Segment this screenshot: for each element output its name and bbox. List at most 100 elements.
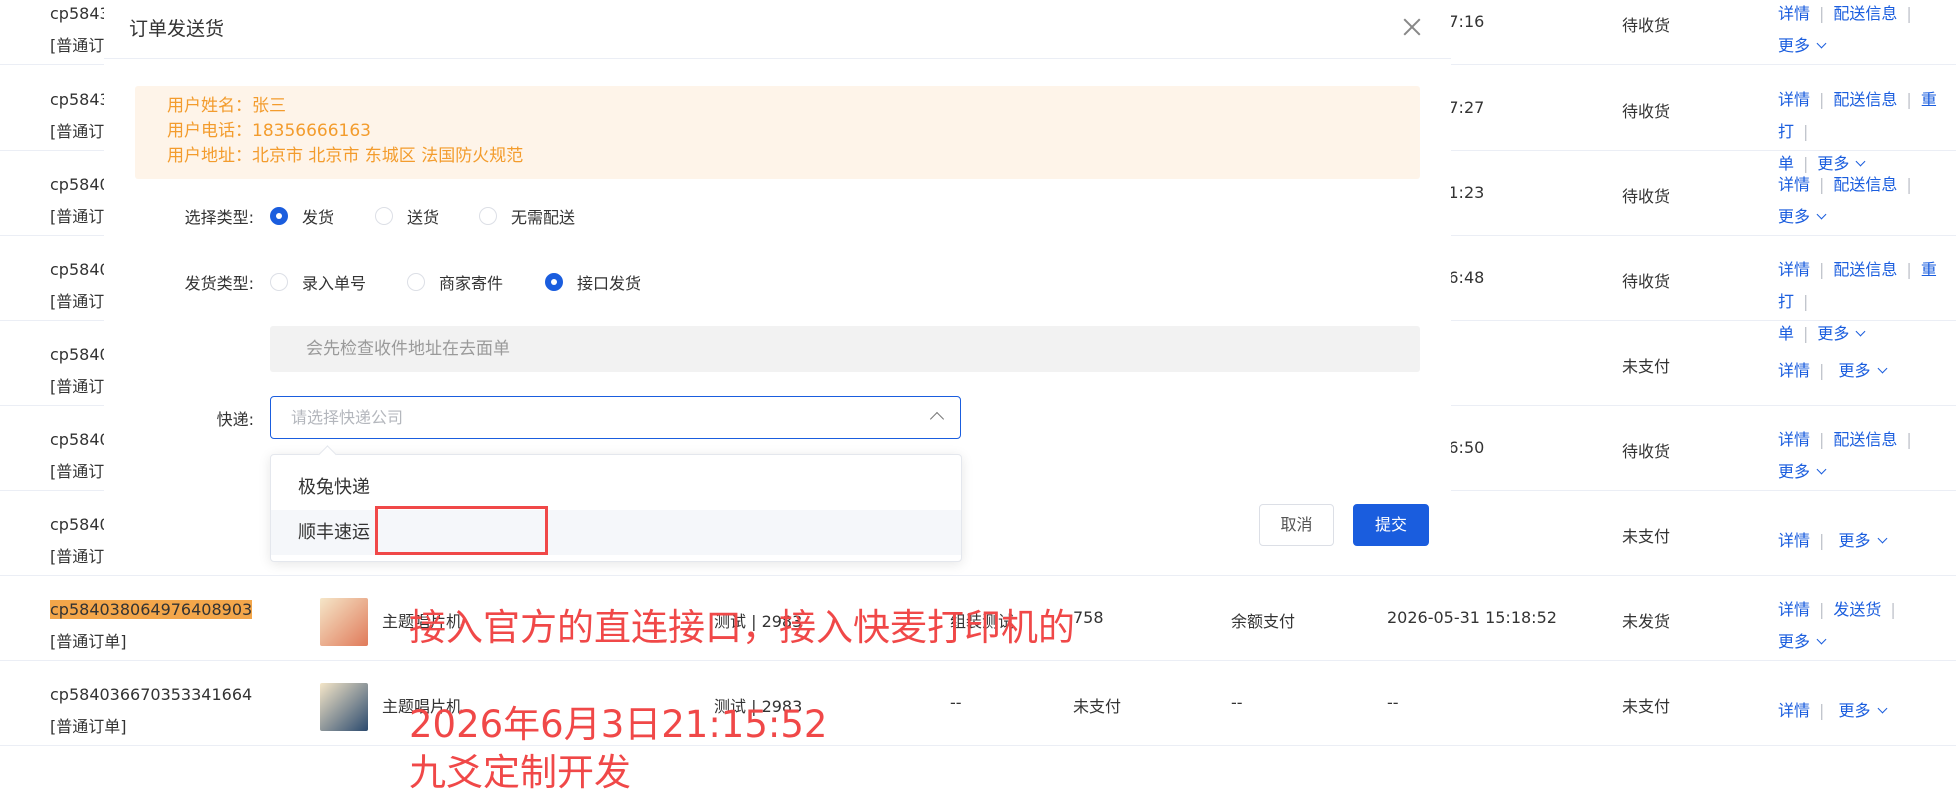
radio-checked-icon — [270, 207, 288, 225]
radio-no-delivery[interactable]: 无需配送 — [479, 204, 575, 228]
more-dropdown[interactable]: 更多 — [1778, 36, 1827, 55]
op-link[interactable]: 配送信息 — [1833, 260, 1897, 279]
close-icon[interactable] — [1401, 16, 1423, 38]
order-type: [普通订 — [50, 36, 105, 55]
more-dropdown[interactable]: 更多 — [1778, 207, 1827, 226]
op-link[interactable]: 详情 — [1778, 175, 1810, 194]
amount: 758 — [1073, 608, 1104, 627]
chevron-down-icon — [1816, 209, 1827, 220]
op-link[interactable]: 详情 — [1778, 260, 1810, 279]
user-phone: 用户电话：18356666163 — [167, 121, 371, 141]
courier-option[interactable]: 极兔快递 — [271, 465, 961, 510]
op-link[interactable]: 详情 — [1778, 90, 1810, 109]
order-id: cp584038064976408903 — [50, 600, 253, 619]
order-id: cp5840 — [50, 430, 110, 449]
cancel-button[interactable]: 取消 — [1259, 504, 1334, 546]
more-dropdown[interactable]: 更多 — [1778, 462, 1827, 481]
courier-dropdown: 极兔快递 顺丰速运 — [270, 454, 962, 562]
radio-checked-icon — [545, 273, 563, 291]
more-dropdown[interactable]: 更多 — [1839, 531, 1887, 550]
product-thumbnail — [320, 683, 368, 731]
user-address: 用户地址：北京市 北京市 东城区 法国防火规范 — [167, 146, 524, 166]
radio-deliver[interactable]: 送货 — [375, 204, 439, 228]
order-status: 未支付 — [1622, 697, 1671, 716]
dialog-title: 订单发送货 — [129, 18, 225, 40]
table-row: cp584036670353341664 [普通订单] 主题唱片机 测试 | 2983… — [0, 661, 1956, 746]
order-id: cp5843 — [50, 90, 110, 109]
order-status: 未支付 — [1622, 357, 1671, 376]
order-status: 待收货 — [1622, 442, 1671, 461]
order-status: 未支付 — [1622, 527, 1671, 546]
chevron-down-icon — [1816, 38, 1827, 49]
order-cell: cp5840 [普通订 — [50, 254, 110, 318]
product-group: -- — [950, 693, 962, 712]
detail-link[interactable]: 详情 — [1778, 4, 1810, 23]
ops-cell: 详情 | 配送信息 | 更多 — [1778, 175, 1912, 226]
radio-unchecked-icon — [479, 207, 497, 225]
chevron-down-icon — [1877, 703, 1887, 714]
annotation-date: 2026年6月3日21:15:52 — [409, 703, 828, 746]
order-type: [普通订单] — [50, 632, 127, 651]
order-cell: cp5840 [普通订 — [50, 169, 110, 233]
op-link[interactable]: 详情 — [1778, 531, 1810, 550]
order-id: cp5843 — [50, 4, 110, 23]
order-cell: cp584036670353341664 [普通订单] — [50, 679, 252, 743]
op-link[interactable]: 配送信息 — [1833, 430, 1897, 449]
op-link[interactable]: 配送信息 — [1833, 90, 1897, 109]
order-cell: cp5840 [普通订 — [50, 424, 110, 488]
more-dropdown[interactable]: 更多 — [1839, 361, 1887, 380]
radio-unchecked-icon — [407, 273, 425, 291]
order-cell: cp584038064976408903 [普通订单] — [50, 594, 253, 658]
courier-select[interactable]: 请选择快递公司 — [270, 396, 961, 439]
ship-order-dialog: 订单发送货 用户姓名：张三 用户电话：18356666163 用户地址：北京市 … — [104, 0, 1451, 573]
annotation-text: 接入官方的直连接口，接入快麦打印机的 — [409, 606, 1075, 649]
order-type: [普通订单] — [50, 717, 127, 736]
divider — [104, 58, 1451, 59]
radio-ship[interactable]: 发货 — [270, 204, 334, 228]
chevron-down-icon — [1877, 363, 1887, 374]
order-status: 待收货 — [1622, 102, 1671, 121]
ops-cell: 详情 | 配送信息 | 更多 — [1778, 430, 1912, 481]
radio-unchecked-icon — [270, 273, 288, 291]
op-link[interactable]: 详情 — [1778, 361, 1810, 380]
user-info-box: 用户姓名：张三 用户电话：18356666163 用户地址：北京市 北京市 东城… — [135, 86, 1420, 179]
ops-cell: 详情 | 发送货 | 更多 — [1778, 600, 1896, 651]
annotation-text: 九爻定制开发 — [409, 751, 631, 794]
product-thumbnail — [320, 598, 368, 646]
op-link[interactable]: 详情 — [1778, 600, 1810, 619]
pay-method: 余额支付 — [1231, 612, 1296, 631]
radio-merchant-send[interactable]: 商家寄件 — [407, 270, 503, 294]
order-status: 待收货 — [1622, 272, 1671, 291]
ops-cell: 详情 | 更多 — [1778, 695, 1956, 727]
op-link[interactable]: 详情 — [1778, 701, 1810, 720]
order-time: 2026-05-31 15:18:52 — [1387, 608, 1557, 627]
ship-type-label: 发货类型: — [184, 274, 254, 293]
order-type: [普通订 — [50, 207, 105, 226]
order-cell: cp5843 [普通订 — [50, 0, 110, 62]
order-id: cp5840 — [50, 345, 110, 364]
op-link[interactable]: 配送信息 — [1833, 175, 1897, 194]
ops-cell: 详情 | 更多 — [1778, 525, 1956, 557]
ops-cell: 详情 | 更多 — [1778, 355, 1956, 387]
op-link[interactable]: 发送货 — [1833, 600, 1881, 619]
ops-cell: 详情 | 配送信息 | 更多 — [1778, 4, 1912, 55]
op-link[interactable]: 详情 — [1778, 430, 1810, 449]
delivery-info-link[interactable]: 配送信息 — [1833, 4, 1897, 23]
highlight-box — [375, 506, 548, 555]
radio-api-ship[interactable]: 接口发货 — [545, 270, 641, 294]
order-status: 未发货 — [1622, 612, 1671, 631]
order-id: cp584036670353341664 — [50, 685, 253, 704]
order-time: -- — [1387, 693, 1399, 712]
more-dropdown[interactable]: 更多 — [1778, 632, 1827, 651]
order-id: cp5840 — [50, 260, 110, 279]
select-type-label: 选择类型: — [184, 208, 254, 227]
order-id: cp5840 — [50, 175, 110, 194]
radio-enter-tracking[interactable]: 录入单号 — [270, 270, 366, 294]
courier-label: 快递: — [216, 410, 254, 429]
chevron-down-icon — [1816, 634, 1827, 645]
user-name: 用户姓名：张三 — [167, 96, 286, 116]
more-dropdown[interactable]: 更多 — [1839, 701, 1887, 720]
courier-placeholder: 请选择快递公司 — [291, 408, 404, 427]
submit-button[interactable]: 提交 — [1353, 504, 1429, 546]
order-id: cp5840 — [50, 515, 110, 534]
